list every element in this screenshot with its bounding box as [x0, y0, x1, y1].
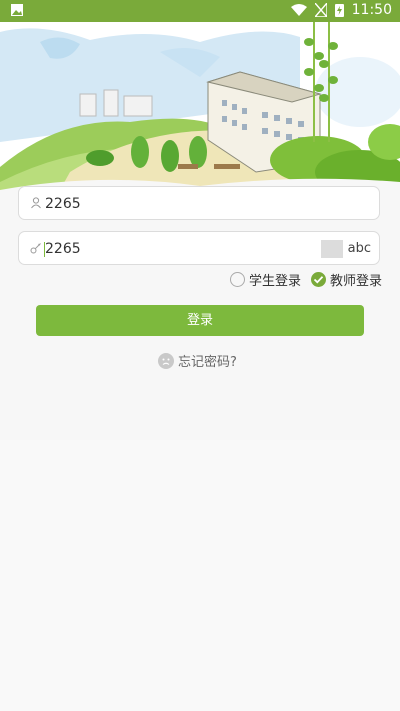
password-field[interactable]: 2265 abc	[18, 231, 380, 265]
status-icons: 11:50	[290, 2, 392, 18]
key-icon	[30, 243, 41, 254]
login-button[interactable]: 登录	[36, 305, 364, 336]
student-login-label: 学生登录	[248, 274, 301, 289]
blank-area	[0, 440, 400, 711]
sad-face-icon	[158, 352, 174, 369]
gallery-icon	[11, 4, 23, 16]
battery-charging-icon	[334, 4, 344, 17]
status-bar: 11:50	[0, 0, 400, 22]
school-illustration	[0, 22, 400, 190]
username-field[interactable]: 2265	[18, 186, 380, 220]
username-value: 2265	[45, 196, 81, 212]
forgot-password-label: 忘记密码?	[178, 355, 237, 370]
student-login-option[interactable]: 学生登录	[229, 270, 301, 289]
no-signal-icon	[314, 3, 327, 17]
hero-illustration	[0, 22, 400, 190]
captcha-image[interactable]	[321, 240, 343, 258]
check-icon	[313, 276, 324, 284]
role-selector: 学生登录 教师登录	[229, 270, 382, 289]
teacher-login-option[interactable]: 教师登录	[310, 270, 382, 289]
password-value: 2265	[45, 241, 81, 257]
wifi-icon	[290, 3, 307, 16]
student-radio[interactable]	[229, 272, 245, 287]
user-icon	[31, 197, 41, 209]
forgot-password-link[interactable]: 忘记密码?	[158, 351, 237, 370]
captcha-text[interactable]: abc	[348, 232, 371, 266]
teacher-login-label: 教师登录	[329, 274, 382, 289]
teacher-radio[interactable]	[310, 272, 326, 287]
status-time: 11:50	[351, 2, 392, 18]
